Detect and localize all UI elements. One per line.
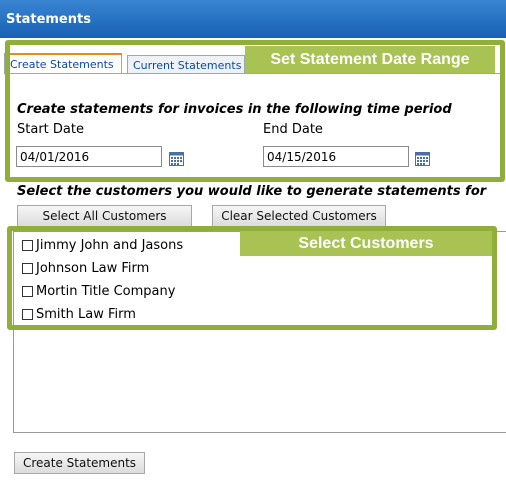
- window-title: Statements: [6, 12, 91, 27]
- create-statements-button[interactable]: Create Statements: [14, 452, 145, 474]
- date-range-callout-label: Set Statement Date Range: [245, 46, 495, 73]
- customers-heading: Select the customers you would like to g…: [17, 184, 487, 199]
- customers-callout-label: Select Customers: [240, 231, 492, 256]
- title-bar: Statements: [0, 0, 506, 38]
- select-all-customers-button[interactable]: Select All Customers: [17, 205, 192, 227]
- clear-selected-customers-button[interactable]: Clear Selected Customers: [212, 205, 386, 227]
